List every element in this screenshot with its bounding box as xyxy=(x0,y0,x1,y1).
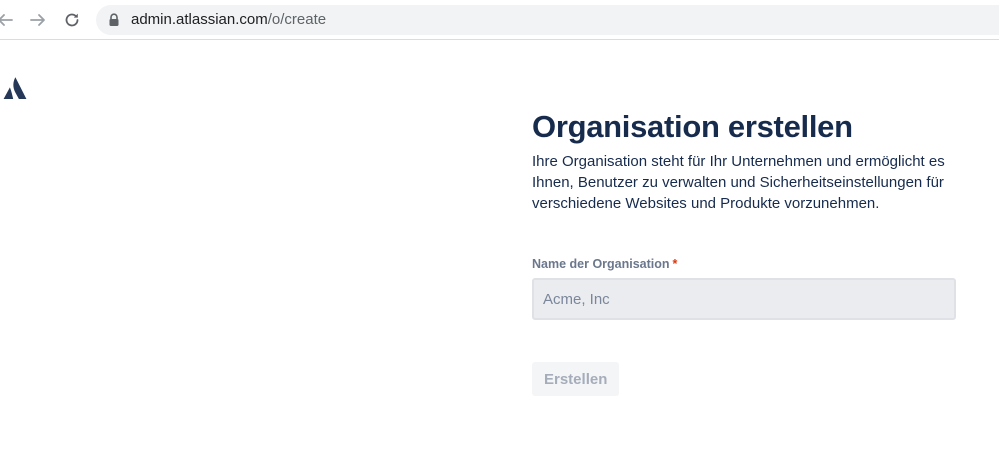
lock-icon xyxy=(109,13,119,26)
back-button[interactable] xyxy=(0,9,16,31)
page-title: Organisation erstellen xyxy=(532,109,853,144)
organisation-name-input[interactable] xyxy=(532,278,956,320)
browser-toolbar: admin.atlassian.com/o/create xyxy=(0,0,999,40)
atlassian-logo-icon[interactable] xyxy=(3,76,27,100)
reload-icon xyxy=(65,13,79,27)
organisation-name-label-text: Name der Organisation xyxy=(532,257,670,271)
forward-arrow-icon xyxy=(30,14,45,26)
create-organisation-form: Organisation erstellen Ihre Organisation… xyxy=(532,108,972,396)
back-arrow-icon xyxy=(0,14,13,26)
url-host: admin.atlassian.com xyxy=(131,11,268,28)
required-marker: * xyxy=(672,257,678,271)
forward-button[interactable] xyxy=(27,9,49,31)
reload-button[interactable] xyxy=(61,9,83,31)
url-path: /o/create xyxy=(267,11,327,28)
organisation-name-label: Name der Organisation * xyxy=(532,256,972,272)
create-button[interactable]: Erstellen xyxy=(532,362,620,396)
page-description: Ihre Organisation steht für Ihr Unterneh… xyxy=(532,153,945,212)
url-text[interactable]: admin.atlassian.com/o/create xyxy=(131,11,326,29)
address-bar[interactable]: admin.atlassian.com/o/create xyxy=(96,5,999,35)
